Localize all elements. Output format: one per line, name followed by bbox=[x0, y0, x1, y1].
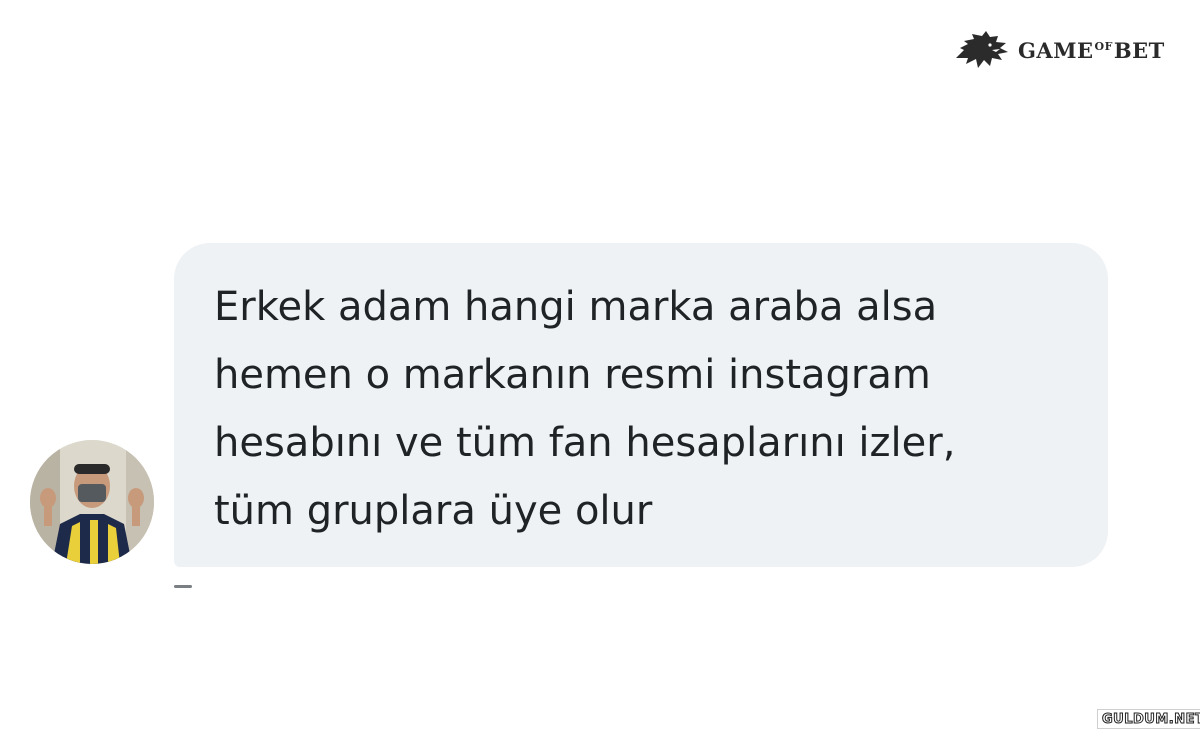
avatar-image bbox=[30, 440, 154, 564]
message-timestamp-placeholder bbox=[174, 585, 192, 588]
page: GAMEOFBET Erkek adam hangi marka araba a… bbox=[0, 0, 1200, 733]
user-avatar[interactable] bbox=[30, 440, 154, 564]
guldum-watermark: GULDUM.NET bbox=[1097, 709, 1200, 729]
message-bubble[interactable]: Erkek adam hangi marka araba alsa hemen … bbox=[174, 243, 1108, 567]
message-row: Erkek adam hangi marka araba alsa hemen … bbox=[0, 0, 1200, 733]
message-text: Erkek adam hangi marka araba alsa hemen … bbox=[214, 284, 956, 534]
